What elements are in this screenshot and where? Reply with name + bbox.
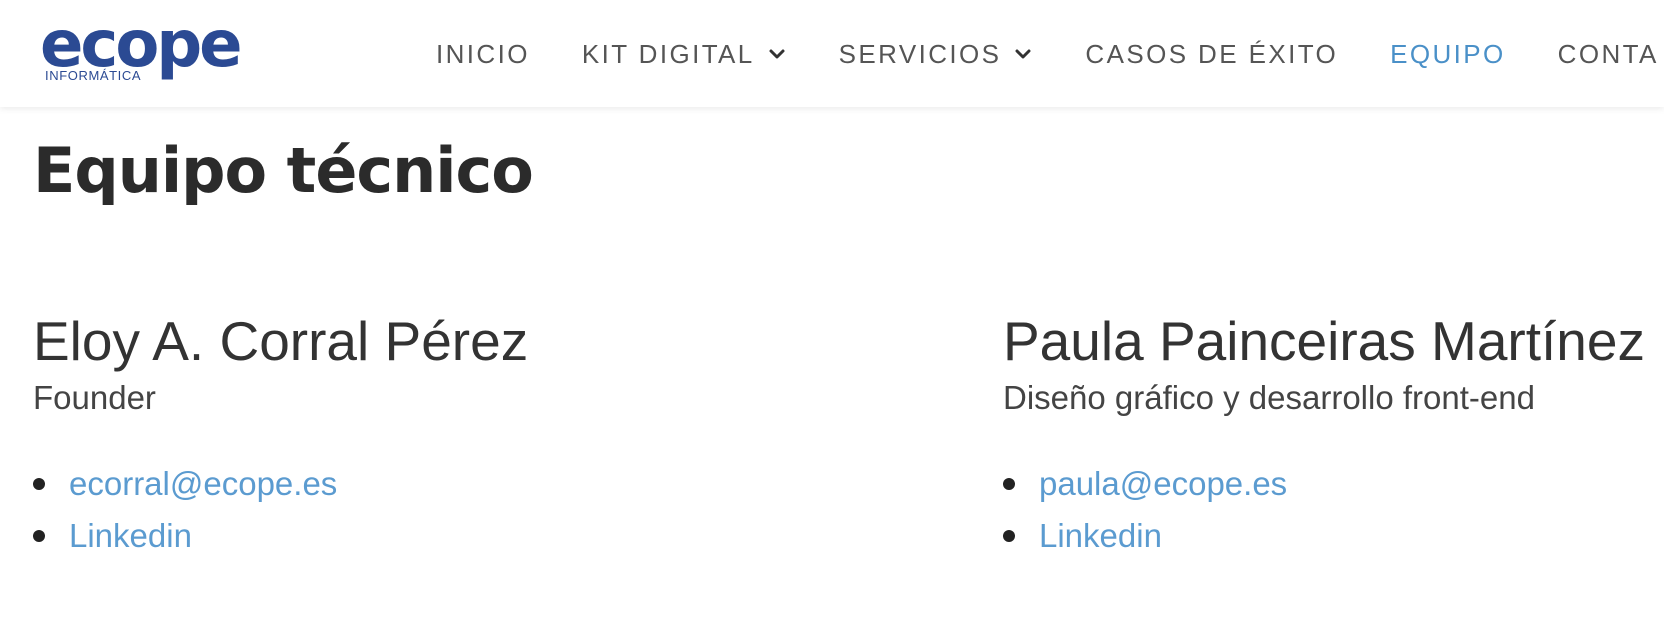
page-title: Equipo técnico <box>33 134 534 207</box>
ecope-logo[interactable]: ecope INFORMÁTICA <box>40 8 284 86</box>
nav-item-casos-de-exito[interactable]: CASOS DE ÉXITO <box>1085 39 1338 70</box>
list-item: Linkedin <box>33 510 528 562</box>
nav-item-equipo[interactable]: EQUIPO <box>1390 39 1506 70</box>
main-nav: INICIO KIT DIGITAL SERVICIOS CASOS DE ÉX… <box>436 32 1664 76</box>
bullet-icon <box>1003 530 1015 542</box>
team-member-card: Paula Painceiras Martínez Diseño gráfico… <box>1003 306 1645 562</box>
chevron-down-icon <box>769 49 785 59</box>
team-member-card: Eloy A. Corral Pérez Founder ecorral@eco… <box>33 306 528 562</box>
nav-item-label: INICIO <box>436 38 530 69</box>
bullet-icon <box>33 530 45 542</box>
logo-subtext: INFORMÁTICA <box>45 68 141 83</box>
bullet-icon <box>1003 478 1015 490</box>
linkedin-link[interactable]: Linkedin <box>1039 517 1162 554</box>
email-link[interactable]: paula@ecope.es <box>1039 465 1287 502</box>
site-header: ecope INFORMÁTICA INICIO KIT DIGITAL SER… <box>0 0 1664 107</box>
nav-item-contacto[interactable]: CONTA <box>1558 39 1659 70</box>
nav-item-label: CASOS DE ÉXITO <box>1085 38 1339 69</box>
logo-graphic: ecope INFORMÁTICA <box>40 8 243 83</box>
nav-item-inicio[interactable]: INICIO <box>436 39 530 70</box>
nav-item-label: KIT DIGITAL <box>581 38 755 69</box>
email-link[interactable]: ecorral@ecope.es <box>69 465 337 502</box>
list-item: paula@ecope.es <box>1003 458 1645 510</box>
nav-item-label: EQUIPO <box>1390 38 1506 69</box>
member-links-list: ecorral@ecope.es Linkedin <box>33 458 528 562</box>
chevron-down-icon <box>1015 49 1031 59</box>
bullet-icon <box>33 478 45 490</box>
nav-item-kit-digital[interactable]: KIT DIGITAL <box>582 39 787 70</box>
linkedin-link[interactable]: Linkedin <box>69 517 192 554</box>
nav-item-servicios[interactable]: SERVICIOS <box>839 39 1034 70</box>
member-name: Eloy A. Corral Pérez <box>33 310 529 372</box>
nav-item-label: SERVICIOS <box>838 38 1002 69</box>
member-links-list: paula@ecope.es Linkedin <box>1003 458 1645 562</box>
list-item: ecorral@ecope.es <box>33 458 528 510</box>
member-name: Paula Painceiras Martínez <box>1003 310 1645 372</box>
list-item: Linkedin <box>1003 510 1645 562</box>
member-role: Founder <box>33 379 156 416</box>
member-role: Diseño gráfico y desarrollo front-end <box>1003 379 1535 416</box>
nav-item-label: CONTA <box>1557 38 1659 69</box>
